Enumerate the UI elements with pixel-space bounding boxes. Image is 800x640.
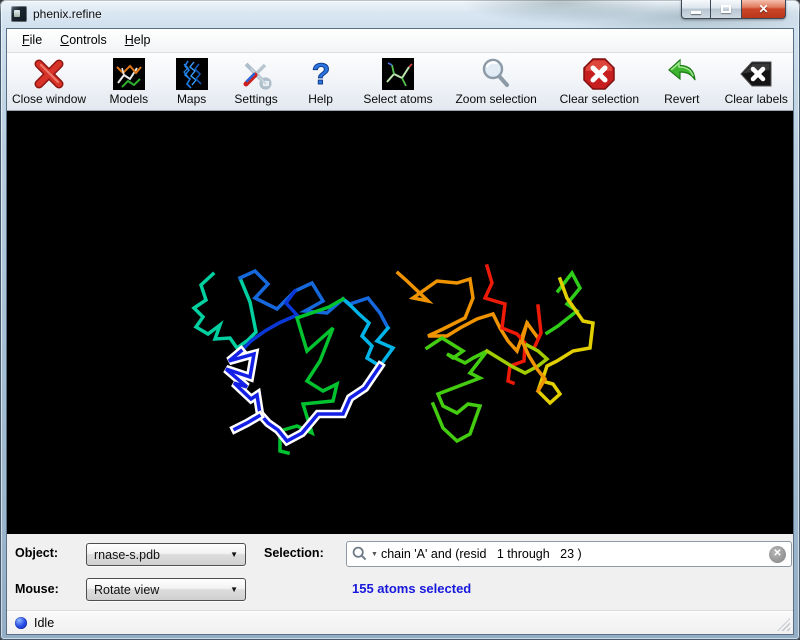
search-options-chevron-icon[interactable]: ▼ (371, 551, 378, 558)
object-dropdown-value: rnase-s.pdb (94, 548, 160, 562)
minimize-button[interactable] (681, 0, 711, 19)
tool-label: Select atoms (363, 92, 432, 106)
select-atoms-button[interactable]: Select atoms (363, 57, 432, 106)
help-icon: ? (304, 57, 338, 91)
close-window-icon (32, 57, 66, 91)
status-idle-icon (15, 617, 27, 629)
tool-label: Clear selection (560, 92, 639, 106)
close-window-button[interactable]: Close window (12, 57, 86, 106)
svg-text:?: ? (311, 58, 329, 91)
toolbar: Close window Models (7, 53, 793, 111)
tool-label: Settings (234, 92, 277, 106)
right-green-upper (547, 273, 580, 333)
selection-label: Selection: (264, 546, 324, 560)
titlebar[interactable]: phenix.refine ✕ (0, 0, 800, 28)
settings-icon (239, 57, 273, 91)
statusbar: Idle (7, 610, 793, 634)
clear-labels-button[interactable]: Clear labels (725, 57, 788, 106)
maximize-button[interactable] (711, 0, 741, 19)
app-window: phenix.refine ✕ File Controls Help (0, 0, 800, 640)
menu-file[interactable]: File (13, 30, 51, 50)
zoom-selection-button[interactable]: Zoom selection (455, 57, 536, 106)
settings-button[interactable]: Settings (234, 57, 277, 106)
window-title: phenix.refine (33, 7, 102, 21)
revert-button[interactable]: Revert (662, 57, 702, 106)
menu-controls[interactable]: Controls (51, 30, 116, 50)
menubar: File Controls Help (7, 29, 793, 53)
clear-selection-icon (582, 57, 616, 91)
molecule-viewport[interactable] (7, 111, 793, 535)
selection-input[interactable] (381, 547, 766, 561)
clear-labels-icon (739, 57, 773, 91)
object-dropdown[interactable]: rnase-s.pdb ▼ (86, 543, 246, 566)
chevron-down-icon: ▼ (230, 550, 238, 559)
left-cyan-edge (343, 299, 393, 366)
help-button[interactable]: ? Help (301, 57, 341, 106)
tool-label: Help (308, 92, 333, 106)
right-yellow-loop (538, 279, 593, 403)
right-red-strand (535, 306, 541, 346)
models-button[interactable]: Models (109, 57, 149, 106)
maps-button[interactable]: Maps (172, 57, 212, 106)
right-red-top (485, 266, 525, 383)
right-orange-loop (398, 273, 538, 351)
maximize-icon (721, 5, 731, 13)
molecule-render (7, 111, 793, 535)
revert-icon (665, 57, 699, 91)
object-label: Object: (15, 546, 58, 560)
resize-grip[interactable] (777, 618, 790, 631)
tool-label: Models (109, 92, 148, 106)
mouse-dropdown[interactable]: Rotate view ▼ (86, 578, 246, 601)
clear-search-icon[interactable]: ✕ (769, 546, 786, 563)
mouse-label: Mouse: (15, 582, 59, 596)
menu-help[interactable]: Help (116, 30, 160, 50)
minimize-icon (691, 11, 701, 14)
models-icon (112, 57, 146, 91)
left-teal-loop (194, 274, 256, 348)
tool-label: Revert (664, 92, 699, 106)
tool-label: Maps (177, 92, 206, 106)
window-controls: ✕ (681, 0, 786, 19)
close-button[interactable]: ✕ (741, 0, 786, 19)
search-icon[interactable] (352, 546, 368, 562)
zoom-selection-icon (479, 57, 513, 91)
right-green-blob (427, 338, 487, 441)
tool-label: Close window (12, 92, 86, 106)
atoms-selected-status: 155 atoms selected (352, 581, 471, 596)
client-area: File Controls Help Close window (6, 28, 794, 635)
app-icon (11, 6, 27, 22)
control-panel: Object: rnase-s.pdb ▼ Selection: ▼ ✕ Mou… (7, 534, 793, 610)
close-icon: ✕ (758, 3, 768, 15)
tool-label: Zoom selection (455, 92, 536, 106)
selection-searchbox: ▼ ✕ (346, 541, 792, 567)
status-text: Idle (34, 616, 54, 630)
chevron-down-icon: ▼ (230, 585, 238, 594)
mouse-dropdown-value: Rotate view (94, 583, 159, 597)
clear-selection-button[interactable]: Clear selection (560, 57, 639, 106)
maps-icon (175, 57, 209, 91)
tool-label: Clear labels (725, 92, 788, 106)
select-atoms-icon (381, 57, 415, 91)
